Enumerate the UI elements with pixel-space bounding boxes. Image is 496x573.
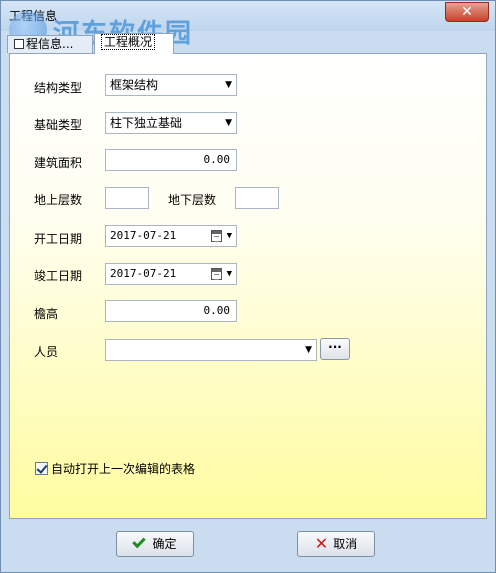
cancel-button[interactable]: ✕ 取消	[297, 531, 375, 557]
calendar-icon[interactable]	[211, 230, 222, 242]
chevron-down-icon: ▼	[225, 118, 232, 128]
completion-date-value: 2017-07-21	[110, 267, 177, 280]
structure-type-value: 框架结构	[110, 78, 159, 92]
tab-label: 程信息...	[26, 37, 74, 51]
structure-type-label: 结构类型	[34, 81, 83, 95]
ok-button-label: 确定	[152, 537, 177, 551]
above-ground-floors-label: 地上层数	[34, 193, 83, 207]
dialog-window: 工程信息 ✕ 河东软件园 www.pc0359.cn 程信息... 工程概况 结…	[0, 0, 496, 573]
tab-project-info[interactable]: 程信息...	[7, 35, 93, 53]
chevron-down-icon[interactable]: ▼	[227, 264, 232, 284]
start-date-label: 开工日期	[34, 232, 83, 246]
auto-open-label: 自动打开上一次编辑的表格	[51, 462, 196, 476]
foundation-type-value: 柱下独立基础	[110, 116, 183, 130]
completion-date-picker[interactable]: 2017-07-21 ▼	[105, 263, 237, 285]
start-date-picker[interactable]: 2017-07-21 ▼	[105, 225, 237, 247]
above-ground-floors-input[interactable]	[105, 187, 149, 209]
foundation-type-select[interactable]: 柱下独立基础 ▼	[105, 112, 237, 134]
below-ground-floors-input[interactable]	[235, 187, 279, 209]
chevron-down-icon[interactable]: ▼	[227, 226, 232, 246]
completion-date-label: 竣工日期	[34, 269, 83, 283]
chevron-down-icon: ▼	[305, 345, 312, 355]
personnel-label: 人员	[34, 345, 59, 359]
personnel-browse-button[interactable]: ···	[320, 338, 350, 360]
window-title: 工程信息	[9, 9, 58, 23]
overview-panel: 结构类型 框架结构 ▼ 基础类型 柱下独立基础 ▼ 建筑面积 0.00 地上层数…	[9, 53, 487, 519]
tab-project-overview[interactable]: 工程概况	[94, 33, 174, 54]
auto-open-option[interactable]: 自动打开上一次编辑的表格	[35, 460, 195, 476]
cancel-button-label: 取消	[333, 537, 358, 551]
tab-checkbox-icon	[14, 39, 24, 49]
checkmark-icon	[132, 534, 147, 549]
structure-type-select[interactable]: 框架结构 ▼	[105, 74, 237, 96]
personnel-select[interactable]: ▼	[105, 339, 317, 361]
building-area-input[interactable]: 0.00	[105, 149, 237, 171]
title-bar[interactable]: 工程信息 ✕	[1, 1, 495, 31]
close-icon: ✕	[314, 534, 329, 553]
close-button[interactable]: ✕	[445, 2, 489, 22]
building-area-label: 建筑面积	[34, 156, 83, 170]
calendar-icon[interactable]	[211, 268, 222, 280]
chevron-down-icon: ▼	[225, 80, 232, 90]
foundation-type-label: 基础类型	[34, 118, 83, 132]
below-ground-floors-label: 地下层数	[168, 193, 217, 207]
start-date-value: 2017-07-21	[110, 229, 177, 242]
eave-height-input[interactable]: 0.00	[105, 300, 237, 322]
auto-open-checkbox[interactable]	[35, 462, 48, 475]
ok-button[interactable]: 确定	[116, 531, 194, 557]
eave-height-label: 檐高	[34, 307, 59, 321]
tab-label: 工程概况	[101, 34, 156, 50]
